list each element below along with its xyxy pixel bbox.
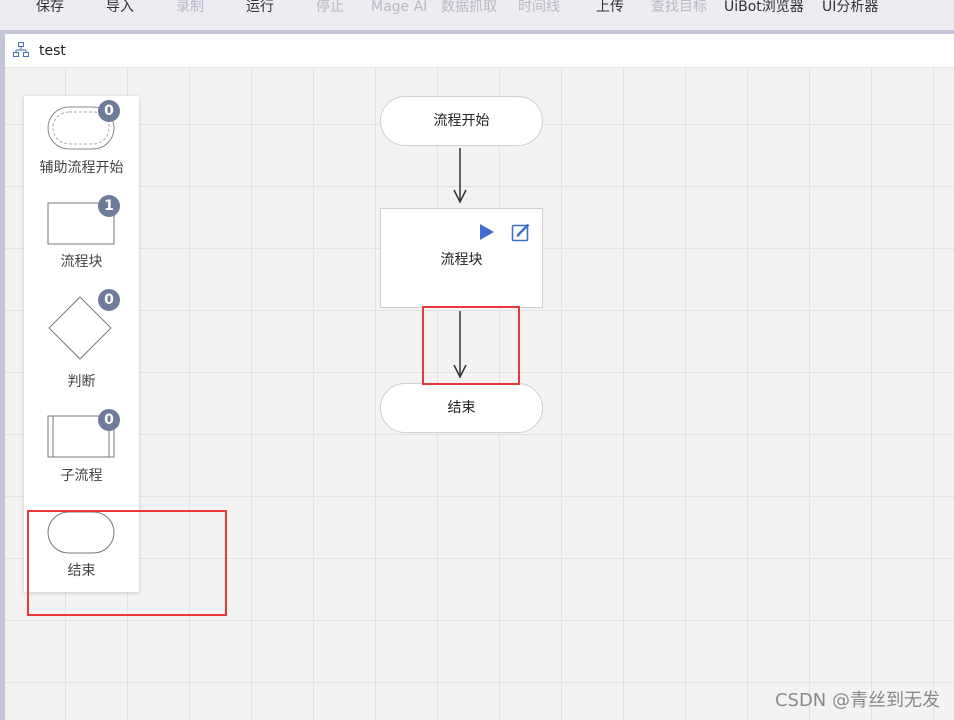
palette-label: 辅助流程开始	[39, 160, 124, 176]
count-badge: 0	[98, 100, 120, 122]
watermark: CSDN @青丝到无发	[774, 690, 940, 711]
highlight-box	[422, 306, 520, 385]
find-target-button[interactable]: 查找目标	[651, 0, 707, 17]
palette-label: 子流程	[60, 468, 103, 484]
flowchart-icon	[13, 42, 29, 58]
count-badge: 1	[98, 195, 120, 217]
timeline-button[interactable]: 时间线	[518, 0, 560, 17]
play-icon[interactable]	[479, 223, 495, 241]
count-badge: 0	[98, 409, 120, 431]
run-button[interactable]: 运行	[246, 0, 274, 17]
save-button[interactable]: 保存	[36, 0, 64, 17]
tab-title[interactable]: test	[39, 42, 66, 60]
palette-label: 判断	[67, 374, 96, 390]
import-button[interactable]: 导入	[106, 0, 134, 17]
flow-block-label: 流程块	[440, 252, 483, 268]
edit-icon[interactable]	[511, 222, 531, 242]
toolbar: 保存 导入 录制 运行 停止 Mage AI 数据抓取 时间线 上传 查找目标 …	[0, 0, 954, 34]
flow-block-node[interactable]: 流程块	[380, 208, 543, 308]
ui-analyzer-button[interactable]: UI分析器	[822, 0, 878, 17]
data-scrape-button[interactable]: 数据抓取	[441, 0, 497, 17]
mage-ai-button[interactable]: Mage AI	[371, 0, 427, 17]
palette-label: 流程块	[60, 254, 103, 270]
stop-button[interactable]: 停止	[316, 0, 344, 17]
record-button[interactable]: 录制	[176, 0, 204, 17]
document-tab-bar: test	[5, 34, 954, 68]
highlight-box	[27, 510, 227, 616]
count-badge: 0	[98, 289, 120, 311]
uibot-browser-button[interactable]: UiBot浏览器	[724, 0, 804, 17]
upload-button[interactable]: 上传	[596, 0, 624, 17]
flow-end-node[interactable]: 结束	[380, 383, 543, 433]
flow-start-node[interactable]: 流程开始	[380, 96, 543, 146]
connector-arrow[interactable]	[450, 146, 470, 206]
